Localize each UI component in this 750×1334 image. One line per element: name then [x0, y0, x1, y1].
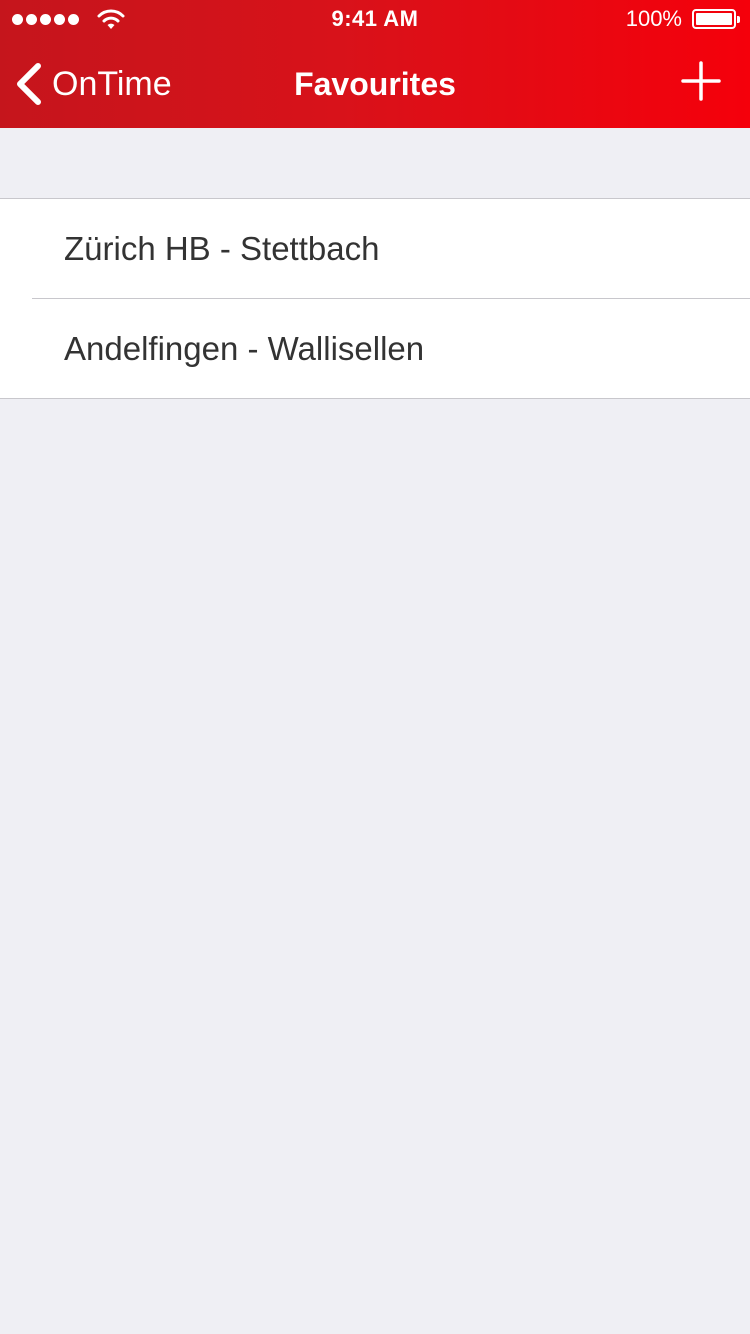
battery-percent: 100% [625, 6, 682, 31]
back-button[interactable]: OnTime [14, 40, 172, 128]
status-bar: 9:41 AM 100% [0, 0, 750, 40]
plus-icon[interactable] [680, 60, 722, 102]
favourites-list: Zürich HB - Stettbach Andelfingen - Wall… [0, 198, 750, 399]
chevron-left-icon [17, 63, 41, 105]
list-item[interactable]: Zürich HB - Stettbach [0, 199, 750, 298]
navigation-bar: OnTime Favourites [0, 40, 750, 128]
battery-icon [692, 9, 740, 29]
header: 9:41 AM 100% OnTime Favourites [0, 0, 750, 128]
back-button-label: OnTime [52, 64, 172, 103]
list-item[interactable]: Andelfingen - Wallisellen [0, 299, 750, 398]
